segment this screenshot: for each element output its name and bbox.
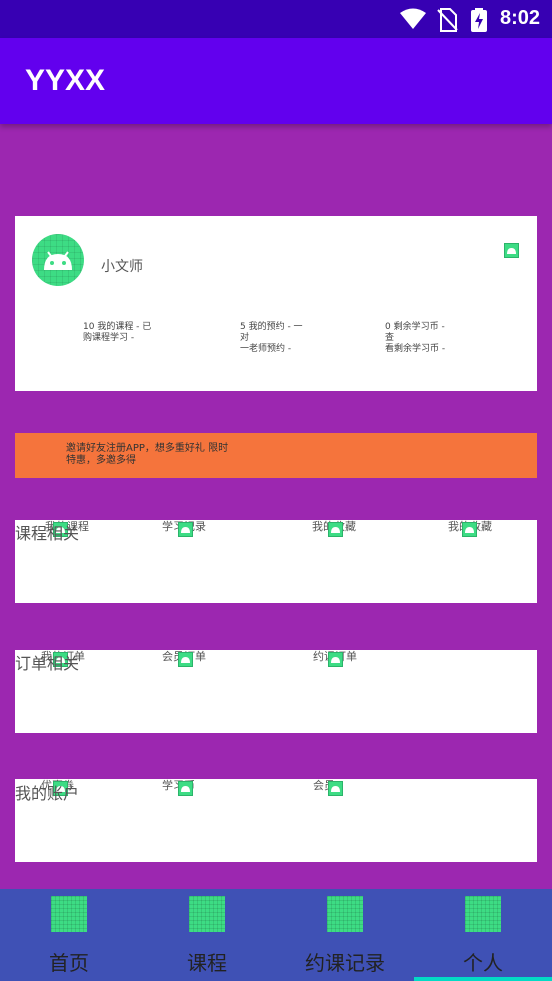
- account-section-card: 优惠券 学习币 会员: [15, 779, 537, 862]
- nav-item-courses[interactable]: 课程: [138, 889, 276, 981]
- stat-my-courses[interactable]: 10 我的课程 - 已 购课程学习 -: [83, 322, 153, 344]
- placeholder-icon: [178, 652, 193, 667]
- courses-placeholder-icon: [189, 896, 225, 932]
- stat-my-appointments[interactable]: 5 我的预约 - 一对 一老师预约 -: [240, 322, 310, 355]
- android-icon: [44, 251, 72, 270]
- booking-placeholder-icon: [327, 896, 363, 932]
- placeholder-icon: [462, 522, 477, 537]
- invite-banner[interactable]: 邀请好友注册APP，想多重好礼 限时 特惠，多邀多得: [15, 433, 537, 478]
- placeholder-icon: [328, 652, 343, 667]
- home-placeholder-icon: [51, 896, 87, 932]
- stat-remaining-coins[interactable]: 0 剩余学习币 - 查 看剩余学习币 -: [385, 322, 455, 355]
- status-time: 8:02: [499, 7, 540, 29]
- app-bar: YYXX: [0, 38, 552, 124]
- nav-item-profile[interactable]: 个人: [414, 889, 552, 981]
- battery-charging-icon: [470, 8, 488, 36]
- avatar[interactable]: [32, 234, 84, 286]
- profile-card[interactable]: 小文师 10 我的课程 - 已 购课程学习 - 5 我的预约 - 一对 一老师预…: [15, 216, 537, 391]
- course-section-card: 我的课程 学习记录 我的收藏 我的收藏: [15, 520, 537, 603]
- active-tab-indicator: [414, 977, 552, 981]
- wifi-icon: [400, 8, 426, 34]
- placeholder-icon: [178, 522, 193, 537]
- bottom-nav: 首页 课程 约课记录 个人: [0, 889, 552, 981]
- settings-placeholder-icon[interactable]: [504, 243, 519, 258]
- order-section-card: 我的订单 会员订单 约课订单: [15, 650, 537, 733]
- placeholder-icon: [328, 781, 343, 796]
- status-bar: 8:02: [0, 0, 552, 38]
- no-sim-icon: [436, 8, 458, 36]
- nav-item-home[interactable]: 首页: [0, 889, 138, 981]
- nav-item-booking-records[interactable]: 约课记录: [276, 889, 414, 981]
- section-title-account: 我的账户: [15, 784, 80, 803]
- app-title: YYXX: [25, 64, 106, 97]
- section-title-courses: 课程相关: [15, 524, 80, 543]
- profile-placeholder-icon: [465, 896, 501, 932]
- placeholder-icon: [328, 522, 343, 537]
- invite-text: 邀请好友注册APP，想多重好礼 限时 特惠，多邀多得: [66, 443, 229, 466]
- user-name: 小文师: [101, 259, 143, 275]
- section-title-orders: 订单相关: [15, 654, 80, 673]
- placeholder-icon: [178, 781, 193, 796]
